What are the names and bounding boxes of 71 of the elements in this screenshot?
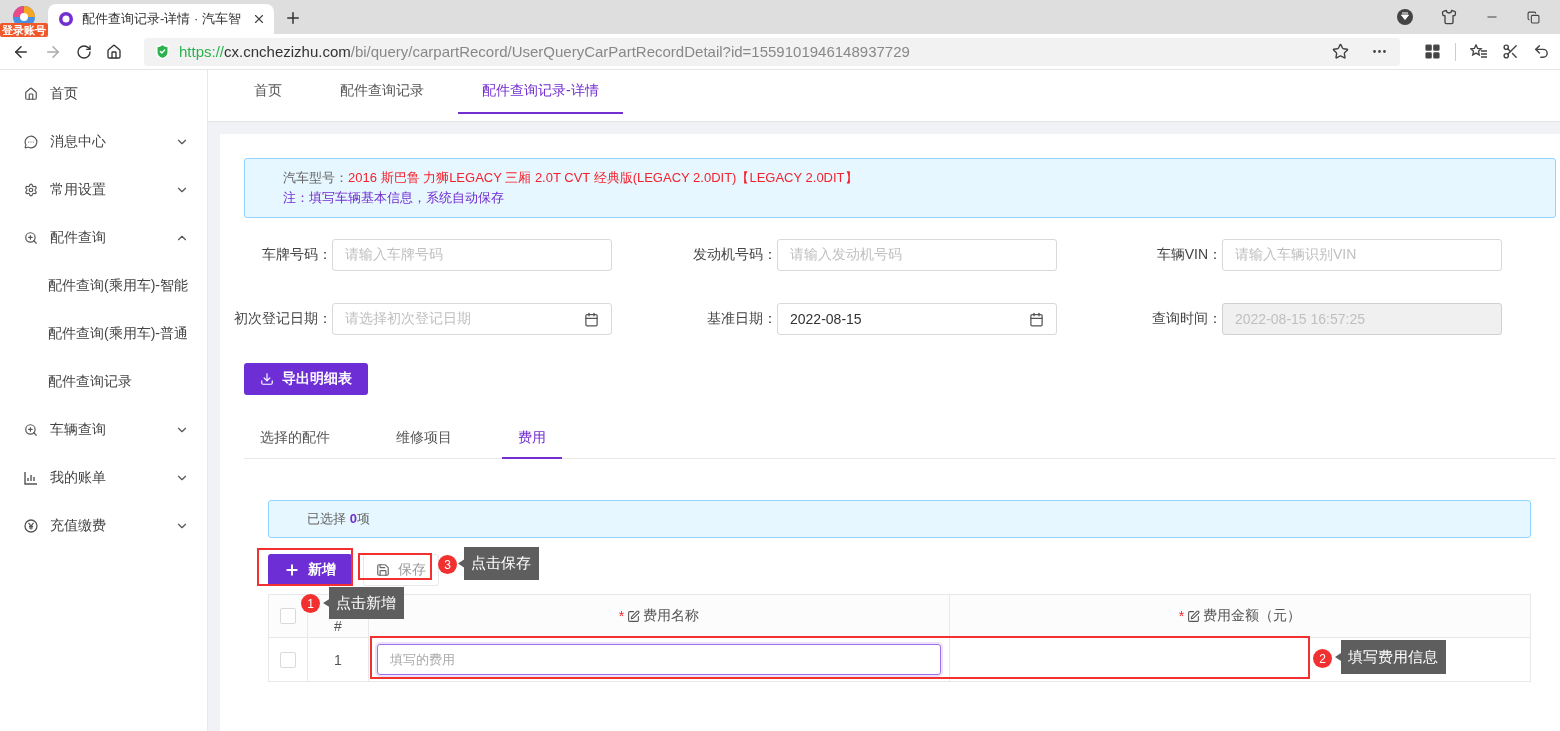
detail-tab[interactable]: 维修项目 xyxy=(380,419,468,459)
required-mark: * xyxy=(618,608,625,624)
selection-info: 已选择 0项 xyxy=(268,500,1531,538)
sidebar-item[interactable]: 我的账单 xyxy=(0,454,207,502)
new-tab-icon[interactable] xyxy=(284,9,302,27)
column-title: # xyxy=(334,618,342,634)
apps-icon[interactable] xyxy=(1424,43,1441,60)
page-tab[interactable]: 配件查询记录 xyxy=(316,70,448,114)
callout: 点击新增 xyxy=(323,587,404,619)
shield-icon xyxy=(154,43,171,60)
edit-icon xyxy=(1187,609,1201,623)
chat-icon xyxy=(24,135,38,149)
field-label: 发动机号码： xyxy=(692,246,777,264)
sidebar-item[interactable]: 充值缴费 xyxy=(0,502,207,550)
zoom-in-icon xyxy=(24,231,38,245)
yen-icon xyxy=(24,519,38,533)
page-tab[interactable]: 配件查询记录-详情 xyxy=(458,70,623,114)
bookmark-icon[interactable] xyxy=(1332,43,1349,60)
sidebar-subitem[interactable]: 配件查询记录 xyxy=(0,358,207,406)
home-icon[interactable] xyxy=(106,43,122,60)
download-icon[interactable] xyxy=(1397,9,1413,25)
row-number: 1 xyxy=(308,638,369,682)
browser-tab[interactable]: 配件查询记录-详情 · 汽车智 xyxy=(48,4,274,34)
sidebar-item[interactable]: 车辆查询 xyxy=(0,406,207,454)
field-label: 车辆VIN： xyxy=(1155,246,1222,264)
scissors-icon[interactable] xyxy=(1502,43,1519,60)
calendar-icon xyxy=(584,311,599,327)
required-mark: * xyxy=(1178,608,1185,624)
home-icon xyxy=(24,87,38,101)
checkbox[interactable] xyxy=(280,608,296,624)
tab-title: 配件查询记录-详情 · 汽车智 xyxy=(82,10,242,28)
edit-icon xyxy=(627,609,641,623)
close-icon[interactable] xyxy=(252,12,266,26)
favorites-icon[interactable] xyxy=(1470,43,1488,60)
vehicle-model: 汽车型号：2016 斯巴鲁 力狮LEGACY 三厢 2.0T CVT 经典版(LEGACY 2.0DIT)【LEGACY 2.0DIT】 xyxy=(283,169,859,187)
date-field[interactable]: 2022-08-15 xyxy=(777,303,1057,335)
sidebar-subitem[interactable]: 配件查询(乘用车)-普通 xyxy=(0,310,207,358)
bar-chart-icon xyxy=(24,471,38,485)
alert-note: 注：填写车辆基本信息，系统自动保存 xyxy=(283,189,505,207)
column-title: 费用名称 xyxy=(643,607,700,625)
sidebar-item[interactable]: 消息中心 xyxy=(0,118,207,166)
download-icon xyxy=(260,372,274,386)
plus-icon xyxy=(284,562,300,578)
save-icon xyxy=(376,563,390,577)
sidebar-item[interactable]: 常用设置 xyxy=(0,166,207,214)
page-tab[interactable]: 首页 xyxy=(230,70,306,114)
field-label: 初次登记日期： xyxy=(233,310,332,328)
field-label: 车牌号码： xyxy=(261,246,332,264)
undo-icon[interactable] xyxy=(1533,43,1550,60)
shirt-icon[interactable] xyxy=(1441,9,1457,25)
field-label: 查询时间： xyxy=(1151,310,1222,328)
sidebar-item[interactable]: 首页 xyxy=(0,70,207,118)
callout: 点击保存 xyxy=(458,547,539,580)
add-button[interactable]: 新增 xyxy=(268,554,352,586)
sidebar-subitem[interactable]: 配件查询(乘用车)-智能 xyxy=(0,262,207,310)
detail-tab[interactable]: 费用 xyxy=(502,419,562,459)
export-button[interactable]: 导出明细表 xyxy=(244,363,368,395)
restore-icon[interactable] xyxy=(1527,10,1540,24)
zoom-in-icon xyxy=(24,423,38,437)
calendar-icon xyxy=(1029,311,1044,327)
site-icon xyxy=(58,11,74,27)
detail-tab[interactable]: 选择的配件 xyxy=(244,419,346,459)
step-number: 3 xyxy=(438,555,457,574)
reload-icon[interactable] xyxy=(76,43,92,60)
field-label: 基准日期： xyxy=(706,310,777,328)
callout: 填写费用信息 xyxy=(1335,640,1446,674)
settings-icon xyxy=(24,183,38,197)
column-title: 费用金额（元） xyxy=(1203,607,1302,625)
address-field[interactable]: https://cx.cnchezizhu.com/bi/query/carpartRecord/UserQueryCarPartRecordDetail?id=1559101946148937729 xyxy=(144,37,1400,66)
sidebar-item[interactable]: 配件查询 xyxy=(0,214,207,262)
checkbox[interactable] xyxy=(280,651,296,668)
